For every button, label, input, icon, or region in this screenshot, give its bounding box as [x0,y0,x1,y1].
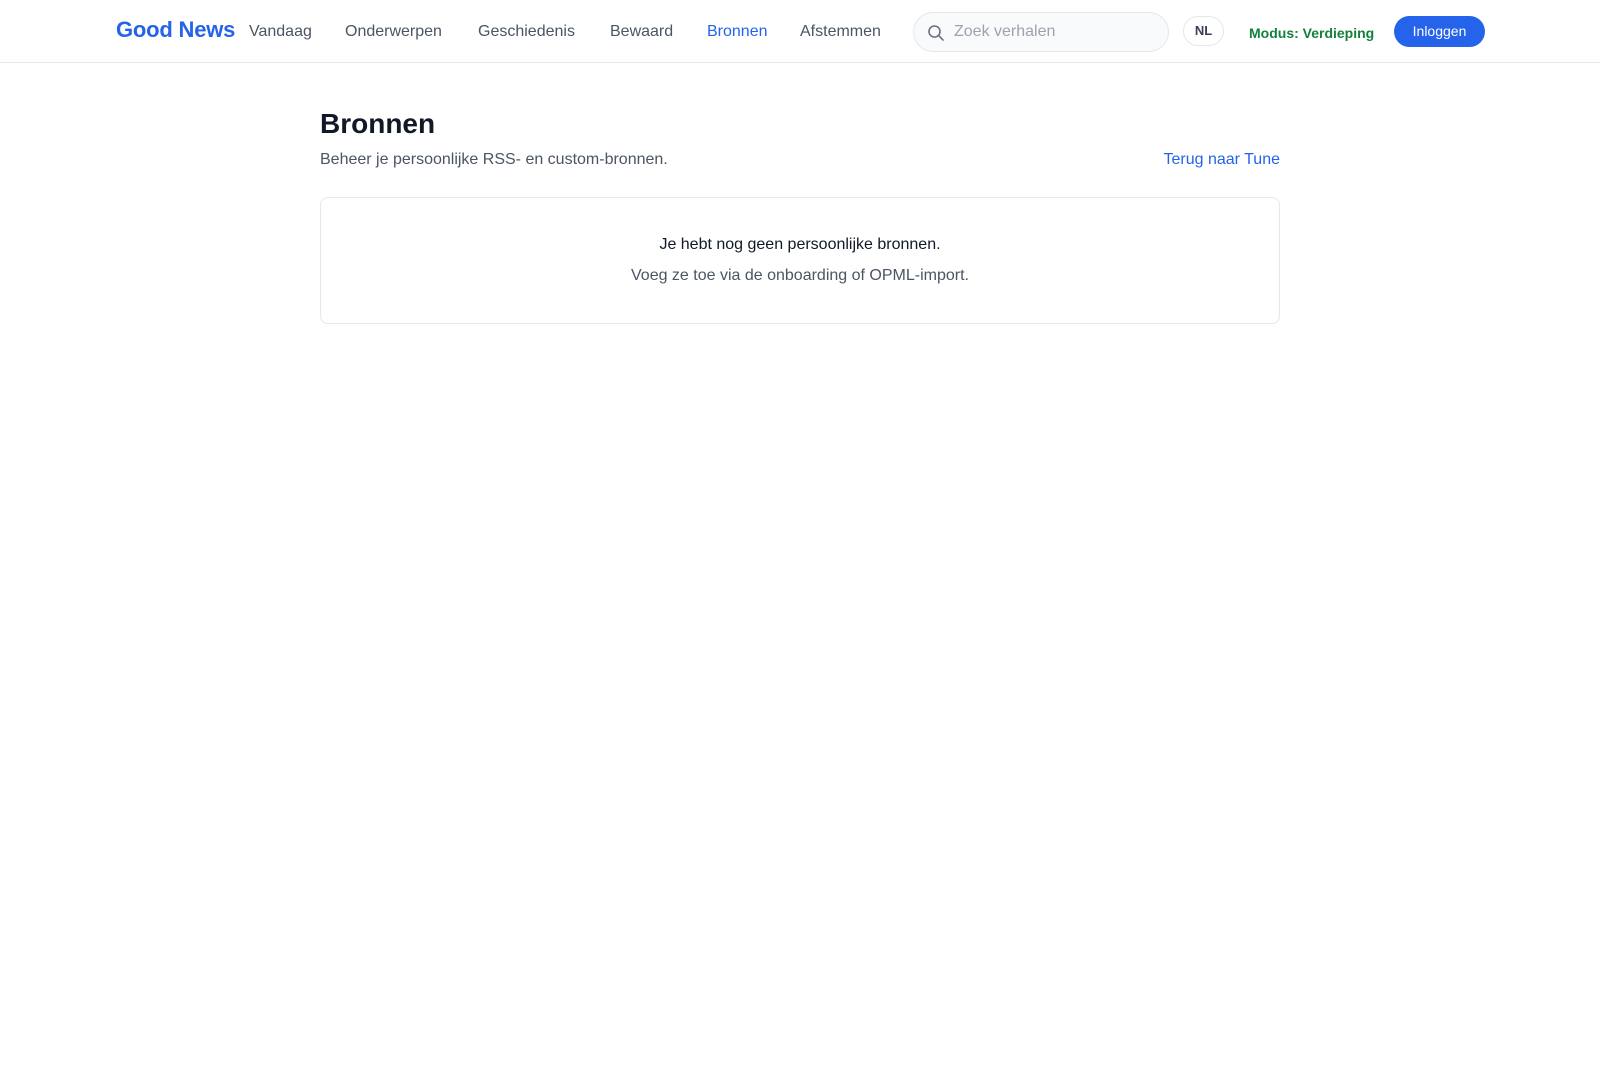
search-input[interactable] [954,13,1154,51]
page-title: Bronnen [320,108,436,139]
language-toggle[interactable]: NL [1183,16,1224,46]
empty-state-card: Je hebt nog geen persoonlijke bronnen. V… [320,197,1280,324]
nav-link-bewaard[interactable]: Bewaard [610,23,673,41]
search-box[interactable] [913,12,1169,52]
mode-toggle[interactable]: Modus: Verdieping [1249,25,1374,41]
login-button[interactable]: Inloggen [1394,16,1485,47]
empty-state-title: Je hebt nog geen persoonlijke bronnen. [659,236,941,253]
page-subtitle: Beheer je persoonlijke RSS- en custom-br… [320,151,668,168]
top-navigation-bar: Good News Vandaag Onderwerpen Geschieden… [0,0,1600,63]
nav-link-geschiedenis[interactable]: Geschiedenis [478,23,575,41]
back-to-tune-link[interactable]: Terug naar Tune [1163,151,1280,169]
nav-link-onderwerpen[interactable]: Onderwerpen [345,23,442,41]
nav-link-afstemmen[interactable]: Afstemmen [800,23,881,41]
nav-link-vandaag[interactable]: Vandaag [249,23,312,41]
empty-state-text: Voeg ze toe via de onboarding of OPML-im… [631,267,969,284]
search-icon [928,25,944,41]
brand-logo[interactable]: Good News [116,17,235,43]
nav-link-bronnen[interactable]: Bronnen [707,23,768,41]
